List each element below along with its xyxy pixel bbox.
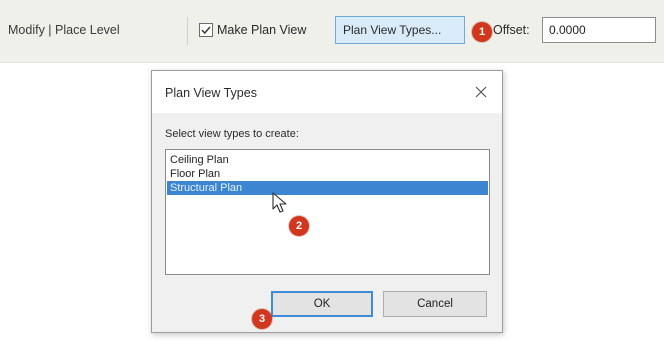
view-types-listbox[interactable]: Ceiling Plan Floor Plan Structural Plan bbox=[165, 149, 490, 275]
list-item-structural-plan[interactable]: Structural Plan bbox=[167, 181, 488, 195]
cancel-button[interactable]: Cancel bbox=[383, 291, 487, 317]
list-item-ceiling-plan[interactable]: Ceiling Plan bbox=[167, 153, 488, 167]
context-label: Modify | Place Level bbox=[8, 23, 120, 37]
options-bar: Modify | Place Level Make Plan View Plan… bbox=[0, 0, 664, 63]
make-plan-view-label: Make Plan View bbox=[217, 23, 307, 37]
dialog-title: Plan View Types bbox=[165, 86, 257, 100]
dialog-instruction: Select view types to create: bbox=[165, 128, 299, 140]
close-icon bbox=[475, 86, 487, 98]
plan-view-types-button[interactable]: Plan View Types... bbox=[335, 16, 465, 44]
offset-input[interactable] bbox=[542, 17, 656, 43]
step-callout-2: 2 bbox=[289, 216, 309, 236]
mouse-pointer-icon bbox=[272, 192, 287, 213]
check-icon bbox=[201, 26, 211, 35]
make-plan-view-checkbox[interactable]: Make Plan View bbox=[199, 20, 306, 40]
dialog-close-button[interactable] bbox=[468, 80, 494, 104]
step-callout-1: 1 bbox=[472, 22, 492, 42]
options-bar-separator bbox=[187, 17, 188, 45]
checkbox-box[interactable] bbox=[199, 23, 213, 37]
ok-button[interactable]: OK bbox=[271, 291, 373, 317]
plan-view-types-dialog: Plan View Types Select view types to cre… bbox=[151, 70, 503, 333]
dialog-titlebar: Plan View Types bbox=[152, 71, 502, 113]
step-callout-3: 3 bbox=[252, 309, 272, 329]
offset-label: Offset: bbox=[493, 23, 530, 37]
list-item-floor-plan[interactable]: Floor Plan bbox=[167, 167, 488, 181]
